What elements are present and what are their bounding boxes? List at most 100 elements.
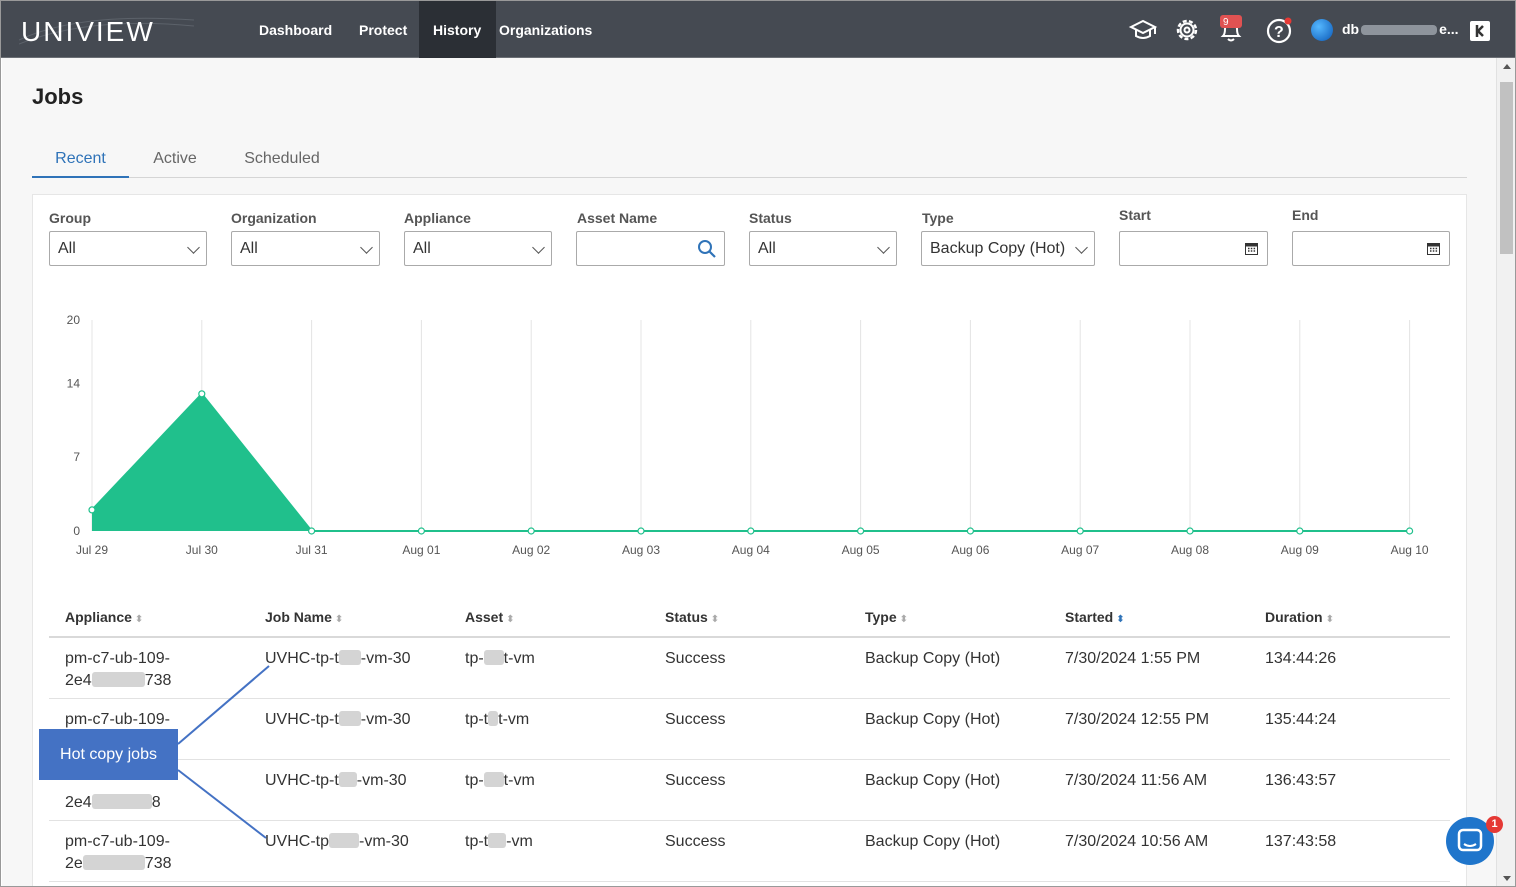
start-date-input[interactable] [1119,231,1268,266]
asset-part: tp- [465,650,484,667]
x-tick-label: Aug 09 [1281,543,1319,557]
nav-protect[interactable]: Protect [345,1,421,59]
x-tick-label: Jul 30 [186,543,218,557]
table-row[interactable]: pm-c7-ub-109- UVHC-tp-t -vm-30 tp-t t-vm S… [49,699,1450,760]
brand-name: UNIVIEW [21,16,155,47]
asset-part: tp- [465,772,484,789]
table-row[interactable]: pm-c7-ub-109- 2e4 738 UVHC-tp-t -vm-30 tp-t… [49,638,1450,699]
chevron-down-icon [1075,241,1088,254]
type-select[interactable]: Backup Copy (Hot) [921,231,1095,266]
sort-icon[interactable]: ⬍ [711,614,719,625]
cell-job-name: UVHC-tp -vm-30 [265,831,409,853]
start-label: Start [1119,207,1151,223]
data-point [88,506,96,514]
appliance-part: 2e [65,855,83,872]
sort-desc-icon[interactable]: ⬍ [1116,614,1124,625]
appliance-value: All [413,240,431,257]
uniview-logo[interactable]: UNIVIEW [19,12,194,48]
asset-name-label: Asset Name [577,210,658,226]
tab-recent[interactable]: Recent [32,142,129,178]
column-header-asset[interactable]: Asset ⬍ [465,609,515,625]
group-select[interactable]: All [49,231,207,266]
asset-part: t-vm [503,650,535,667]
calendar-icon[interactable] [1245,242,1258,255]
svg-text:?: ? [1274,24,1284,41]
redacted-block [1361,25,1438,36]
end-date-input[interactable] [1292,231,1450,266]
column-label: Job Name [265,609,332,625]
cell-started: 7/30/2024 12:55 PM [1065,711,1210,728]
cell-duration: 136:43:57 [1265,772,1337,789]
scroll-thumb[interactable] [1500,82,1513,254]
help-icon[interactable]: ? [1264,15,1294,45]
appliance-part: 738 [144,855,172,872]
table-row[interactable]: pm-c7-ub-109- 2e 738 UVHC-tp -vm-30 tp-t -vm… [49,821,1450,882]
appliance-select[interactable]: All [404,231,552,266]
column-header-type[interactable]: Type ⬍ [865,609,908,625]
organization-value: All [240,240,258,257]
chat-badge: 1 [1486,816,1503,833]
nav-dashboard[interactable]: Dashboard [245,1,346,59]
x-tick-label: Aug 08 [1171,543,1209,557]
sort-icon[interactable]: ⬍ [900,614,908,625]
cell-type: Backup Copy (Hot) [865,711,1001,728]
sort-icon[interactable]: ⬍ [506,614,514,625]
redacted-block [329,833,360,848]
column-label: Started [1065,609,1114,625]
table-row[interactable]: 2e4 8 UVHC-tp-t -vm-30 tp-t-vm Success Bac… [49,760,1450,821]
avatar[interactable] [1310,18,1334,42]
notifications-icon[interactable]: 9 [1216,15,1246,45]
gear-icon[interactable] [1172,15,1202,45]
data-point [747,527,755,535]
data-point [1296,527,1304,535]
chevron-down-icon [877,241,890,254]
sort-icon[interactable]: ⬍ [135,614,143,625]
group-value: All [58,240,76,257]
search-icon[interactable] [697,239,717,259]
status-select[interactable]: All [749,231,897,266]
data-point [966,527,975,535]
redacted-block [82,855,145,870]
asset-name-input[interactable] [576,231,725,266]
tab-active[interactable]: Active [139,142,211,178]
redacted-block [91,672,145,687]
x-tick-label: Aug 06 [951,543,989,557]
asset-part: tp-t [465,833,489,850]
job-name-part: -vm-30 [356,772,407,789]
redacted-block [338,711,361,726]
asset-part: t-vm [503,772,535,789]
cell-job-name: UVHC-tp-t -vm-30 [265,648,411,670]
vertical-scrollbar[interactable] [1496,58,1516,887]
graduation-cap-icon[interactable] [1128,15,1158,45]
column-label: Duration [1265,609,1323,625]
x-tick-label: Aug 02 [512,543,550,557]
user-name-prefix: db [1342,21,1360,37]
column-header-job-name[interactable]: Job Name ⬍ [265,609,343,625]
scroll-down-arrow-icon[interactable] [1503,876,1511,881]
redacted-block [338,772,357,787]
cell-duration: 137:43:58 [1265,833,1337,850]
x-tick-label: Aug 07 [1061,543,1099,557]
organization-select[interactable]: All [231,231,380,266]
collapse-icon[interactable] [1470,21,1490,41]
tab-scheduled[interactable]: Scheduled [232,142,332,178]
scroll-up-arrow-icon[interactable] [1503,64,1511,69]
cell-appliance: pm-c7-ub-109- 2e4 738 [65,648,171,692]
cell-appliance: pm-c7-ub-109- [65,709,170,731]
y-tick-label: 14 [67,376,81,390]
cell-status: Success [665,833,726,850]
column-label: Appliance [65,609,132,625]
status-label: Status [749,210,792,226]
nav-organizations[interactable]: Organizations [485,1,606,59]
job-name-part: -vm-30 [359,833,409,850]
column-header-status[interactable]: Status ⬍ [665,609,719,625]
sort-icon[interactable]: ⬍ [335,614,343,625]
user-name[interactable]: db e... [1342,21,1459,37]
column-header-started[interactable]: Started ⬍ [1065,609,1125,625]
column-header-duration[interactable]: Duration ⬍ [1265,609,1334,625]
sort-icon[interactable]: ⬍ [1326,614,1334,625]
job-name-part: -vm-30 [360,711,411,728]
calendar-icon[interactable] [1427,242,1440,255]
cell-started: 7/30/2024 11:56 AM [1065,772,1208,789]
column-header-appliance[interactable]: Appliance ⬍ [65,609,143,625]
